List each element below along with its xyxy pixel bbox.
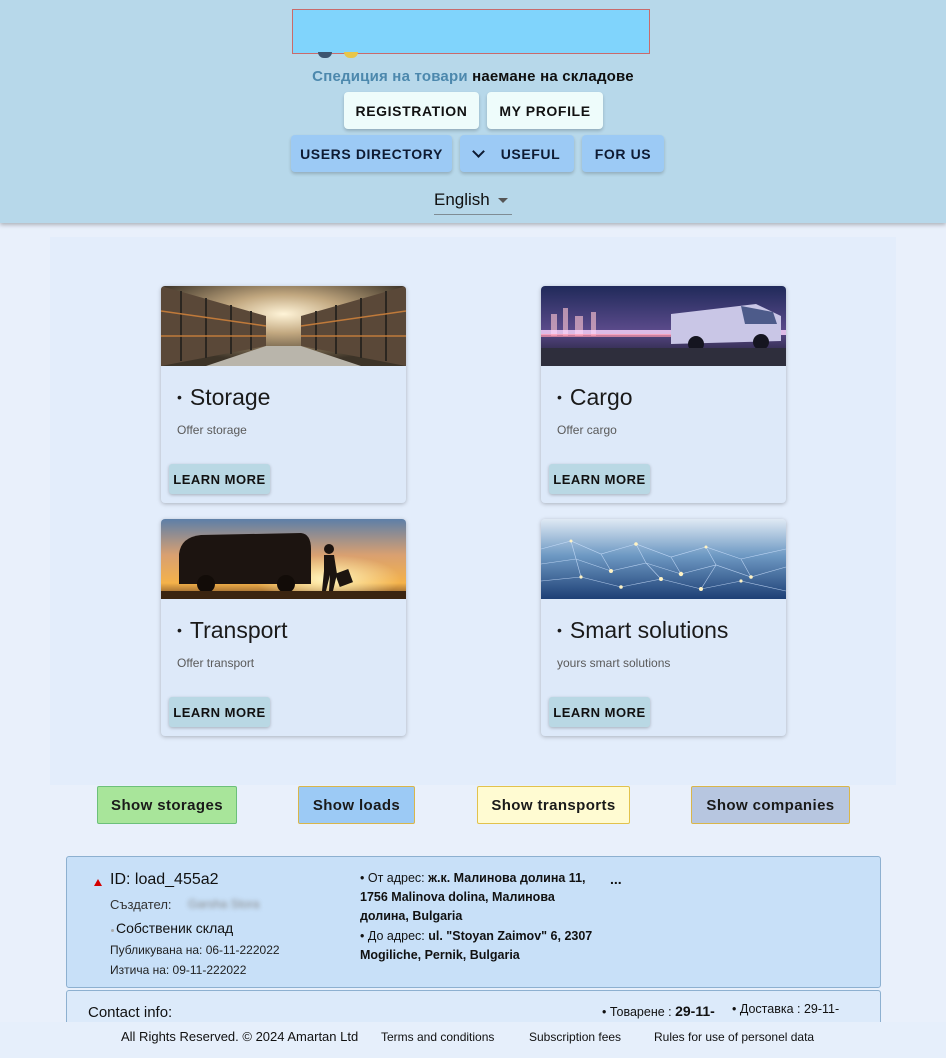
card-subtitle: Offer cargo [557, 423, 617, 437]
logo-icon [318, 52, 358, 60]
card-title: Storage [177, 384, 271, 411]
load-listing[interactable]: ID: load_455a2 Създател: Garsha Stora Со… [66, 856, 881, 988]
storage-card: Storage Offer storage LEARN MORE [161, 286, 406, 503]
learn-more-button[interactable]: LEARN MORE [169, 464, 270, 494]
chevron-down-icon [471, 144, 485, 158]
from-address-label: • От адрес: [360, 871, 425, 885]
site-header: Спедиция на товари наемане на складове R… [0, 0, 946, 223]
registration-button[interactable]: REGISTRATION [344, 92, 479, 129]
language-value: English [434, 190, 490, 209]
card-title: Cargo [557, 384, 633, 411]
network-mesh-image [541, 519, 786, 599]
card-subtitle: Offer transport [177, 656, 255, 670]
learn-more-button[interactable]: LEARN MORE [169, 697, 270, 727]
show-companies-button[interactable]: Show companies [691, 786, 850, 824]
van-night-image [541, 286, 786, 366]
card-subtitle: Offer storage [177, 423, 247, 437]
tagline-rest: наемане на складове [472, 68, 634, 85]
loading-value: 29-11- [675, 1003, 715, 1019]
cargo-card: Cargo Offer cargo LEARN MORE [541, 286, 786, 503]
personal-data-rules-link[interactable]: Rules for use of personel data [654, 1030, 814, 1044]
sunset-van-image [161, 519, 406, 599]
card-title: Smart solutions [557, 617, 729, 644]
card-subtitle: yours smart solutions [557, 656, 671, 670]
logo-banner[interactable] [292, 9, 650, 54]
warehouse-image [161, 286, 406, 366]
creator-name: Garsha Stora [188, 897, 260, 911]
language-select[interactable]: English [434, 186, 512, 215]
to-address: • До адрес: ul. "Stoyan Zaimov" 6, 2307 … [360, 927, 620, 965]
smart-solutions-card: Smart solutions yours smart solutions LE… [541, 519, 786, 736]
delivery-date: • Доставка : 29-11- [732, 1002, 839, 1016]
loading-date: • Товарене : 29-11- [602, 1003, 715, 1019]
bullet-dot [111, 929, 114, 932]
terms-link[interactable]: Terms and conditions [381, 1030, 494, 1044]
expiry-date: Изтича на: 09-11-222022 [110, 963, 247, 977]
learn-more-button[interactable]: LEARN MORE [549, 697, 650, 727]
listing-id: ID: load_455a2 [110, 871, 219, 888]
card-title: Transport [177, 617, 288, 644]
copyright-text: All Rights Reserved. © 2024 Amartan Ltd [121, 1029, 359, 1044]
learn-more-button[interactable]: LEARN MORE [549, 464, 650, 494]
show-storages-button[interactable]: Show storages [97, 786, 237, 824]
useful-menu-button[interactable]: USEFUL [460, 135, 574, 172]
creator-label: Създател: [110, 897, 172, 912]
contact-title: Contact info: [88, 1004, 173, 1021]
warning-triangle-icon [94, 879, 102, 886]
useful-label: USEFUL [500, 145, 561, 162]
to-address-label: • До адрес: [360, 929, 425, 943]
caret-down-icon [497, 197, 508, 203]
site-tagline: Спедиция на товари наемане на складове [0, 68, 946, 85]
show-loads-button[interactable]: Show loads [298, 786, 415, 824]
subscription-fees-link[interactable]: Subscription fees [529, 1030, 621, 1044]
site-footer: All Rights Reserved. © 2024 Amartan Ltd … [0, 1022, 946, 1058]
transport-card: Transport Offer transport LEARN MORE [161, 519, 406, 736]
my-profile-button[interactable]: MY PROFILE [487, 92, 603, 129]
from-address: • От адрес: ж.к. Малинова долина 11, 175… [360, 869, 605, 926]
show-transports-button[interactable]: Show transports [477, 786, 630, 824]
users-directory-button[interactable]: USERS DIRECTORY [291, 135, 452, 172]
loading-label: • Товарене : [602, 1005, 672, 1019]
published-date: Публикувана на: 06-11-222022 [110, 943, 280, 957]
for-us-button[interactable]: FOR US [582, 135, 664, 172]
tagline-accent: Спедиция на товари [312, 68, 468, 85]
delivery-value: 29-11- [803, 1002, 840, 1016]
creator-role: Собственик склад [116, 920, 234, 936]
delivery-label: • Доставка : [732, 1002, 801, 1016]
more-indicator: ... [610, 871, 622, 887]
